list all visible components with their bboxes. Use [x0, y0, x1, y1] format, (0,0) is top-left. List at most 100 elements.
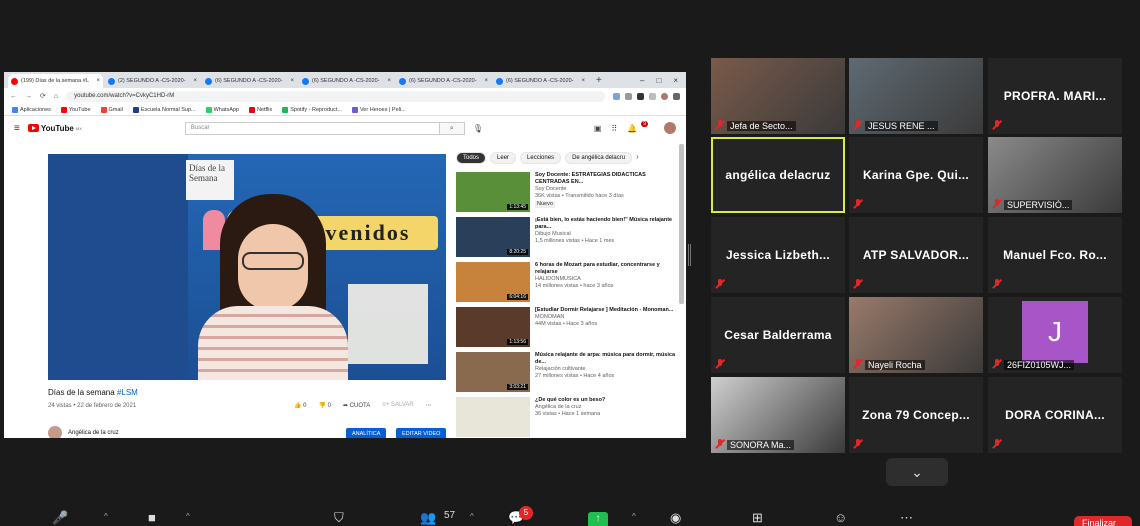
search-input[interactable]: Buscar — [184, 121, 440, 135]
participant-tile[interactable]: ATP SALVADOR... — [849, 217, 983, 293]
video-hashtag[interactable]: #LSM — [117, 388, 138, 397]
tab-close-icon[interactable]: × — [387, 78, 391, 84]
channel-avatar[interactable] — [48, 426, 62, 438]
profile-avatar[interactable] — [661, 92, 668, 100]
video-camera-icon[interactable]: ■ — [148, 510, 156, 525]
create-video-icon[interactable]: ▣ — [594, 124, 602, 133]
video-thumbnail[interactable]: 8:20:25 — [456, 217, 530, 257]
video-options-caret-icon[interactable]: ^ — [186, 512, 190, 521]
extension-icon[interactable] — [637, 92, 644, 100]
analytics-button[interactable]: ANALÍTICA — [346, 428, 387, 438]
forward-icon[interactable]: → — [25, 93, 32, 100]
video-player[interactable]: Días de la Semana venidos — [48, 154, 446, 380]
end-meeting-button[interactable]: Finalizar — [1074, 516, 1132, 526]
mute-microphone-icon[interactable]: 🎤 — [52, 510, 68, 526]
participant-tile[interactable]: Cesar Balderrama — [711, 297, 845, 373]
recommended-video[interactable]: ¿De qué color es un beso? Angélica de la … — [456, 397, 678, 438]
bookmark-item[interactable]: YouTube — [60, 106, 91, 113]
page-scrollbar[interactable] — [679, 144, 684, 304]
reactions-icon[interactable]: ☺ — [834, 510, 847, 525]
filter-chip[interactable]: De angélica delacru — [565, 152, 633, 164]
bookmark-item[interactable]: Escuela Normal Sup... — [132, 106, 196, 113]
recommended-video[interactable]: 1:13:45 Soy Docente: ESTRATEGIAS DIDÁCTIC… — [456, 172, 678, 217]
video-thumbnail[interactable]: 3:03:21 — [456, 352, 530, 392]
share-button[interactable]: ➦ CUOTA — [343, 402, 370, 409]
participant-tile[interactable]: Jefa de Secto... — [711, 58, 845, 134]
browser-tab[interactable]: (2) SEGUNDO A -CS-2020- × — [105, 74, 200, 88]
participant-tile[interactable]: Jessica Lizbeth... — [711, 217, 845, 293]
video-thumbnail[interactable] — [456, 397, 530, 437]
youtube-logo[interactable]: YouTube MX — [27, 124, 82, 133]
participant-tile[interactable]: Zona 79 Concep... — [849, 377, 983, 453]
record-icon[interactable]: ◉ — [670, 510, 681, 526]
tab-close-icon[interactable]: × — [581, 78, 585, 84]
participant-tile[interactable]: JESUS RENE ... — [849, 58, 983, 134]
notifications-bell-icon[interactable]: 🔔 — [627, 124, 637, 133]
apps-grid-icon[interactable]: ⠿ — [611, 124, 617, 133]
bookmark-item[interactable]: Spotify - Reproduct... — [282, 106, 342, 113]
share-options-caret-icon[interactable]: ^ — [632, 512, 636, 521]
minimize-icon[interactable]: – — [640, 76, 644, 85]
video-thumbnail[interactable]: 1:13:56 — [456, 307, 530, 347]
search-button[interactable]: ⌕ — [438, 121, 465, 135]
more-icon[interactable]: ⋯ — [900, 510, 913, 526]
recommended-video[interactable]: 6:04:16 6 horas de Mozart para estudiar, … — [456, 262, 678, 307]
channel-name[interactable]: Angélica de la cruz — [68, 430, 119, 436]
home-icon[interactable]: ⌂ — [54, 93, 58, 100]
participant-tile[interactable]: Karina Gpe. Qui... — [849, 137, 983, 213]
tab-close-icon[interactable]: × — [193, 78, 197, 84]
tab-close-icon[interactable]: × — [484, 78, 488, 84]
security-shield-icon[interactable]: ⛉ — [334, 510, 344, 526]
bookmark-item[interactable]: Gmail — [100, 106, 123, 113]
bookmark-item[interactable]: Ver Heroes | Peli... — [351, 106, 406, 113]
browser-tab[interactable]: (6) SEGUNDO A -CS-2020- × — [299, 74, 394, 88]
more-options-icon[interactable]: ⋯ — [426, 402, 432, 409]
extension-icon[interactable] — [649, 92, 656, 100]
participant-tile[interactable]: SUPERVISIÓ... — [988, 137, 1122, 213]
save-button[interactable]: ≡+ SALVAR — [382, 402, 413, 409]
tab-close-icon[interactable]: × — [96, 78, 100, 84]
chips-next-icon[interactable]: › — [636, 152, 639, 164]
recommended-video[interactable]: 8:20:25 ¡Está bien, lo estás haciendo bie… — [456, 217, 678, 262]
dislike-button[interactable]: 👎 0 — [319, 402, 332, 409]
edit-video-button[interactable]: EDITAR VIDEO — [396, 428, 447, 438]
filter-chip[interactable]: Todos — [456, 152, 487, 164]
participant-tile[interactable]: Manuel Fco. Ro... — [988, 217, 1122, 293]
back-icon[interactable]: ← — [10, 93, 17, 100]
microphone-icon[interactable]: 🎙 — [473, 124, 483, 133]
participants-icon[interactable]: 👥 — [420, 510, 436, 526]
video-thumbnail[interactable]: 6:04:16 — [456, 262, 530, 302]
bookmark-item[interactable]: Netflix — [248, 106, 272, 113]
breakout-rooms-icon[interactable]: ⊞ — [752, 510, 763, 526]
hamburger-icon[interactable]: ≡ — [14, 123, 20, 134]
video-thumbnail[interactable]: 1:13:45 — [456, 172, 530, 212]
split-view-handle[interactable] — [688, 244, 691, 266]
participant-tile[interactable]: J 26FIZ0105WJ... — [988, 297, 1122, 373]
extension-icon[interactable] — [613, 92, 620, 100]
participants-caret-icon[interactable]: ^ — [470, 512, 474, 521]
participant-tile[interactable]: SONORA Ma... — [711, 377, 845, 453]
menu-icon[interactable] — [673, 92, 680, 100]
participant-tile[interactable]: PROFRA. MARI... — [988, 58, 1122, 134]
browser-tab[interactable]: (6) SEGUNDO A -CS-2020- × — [202, 74, 297, 88]
tab-close-icon[interactable]: × — [290, 78, 294, 84]
browser-tab[interactable]: (6) SEGUNDO A -CS-2020- × — [396, 74, 491, 88]
share-screen-button[interactable]: ↑ — [588, 512, 608, 526]
filter-chip[interactable]: Leer — [490, 152, 517, 164]
recommended-video[interactable]: 1:13:56 [Estudiar Dormir Relajarse ] Medi… — [456, 307, 678, 352]
filter-chip[interactable]: Lecciones — [520, 152, 562, 164]
participant-tile[interactable]: Nayeli Rocha — [849, 297, 983, 373]
browser-tab[interactable]: (6) SEGUNDO A -CS-2020- × — [493, 74, 588, 88]
maximize-icon[interactable]: □ — [656, 76, 661, 85]
new-tab-button[interactable]: + — [590, 75, 608, 88]
url-input[interactable]: youtube.com/watch?v=CvkyC1HD-rM — [66, 90, 605, 102]
recommended-video[interactable]: 3:03:21 Música relajante de arpa: música … — [456, 352, 678, 397]
account-avatar[interactable] — [664, 122, 676, 134]
bookmark-star-icon[interactable] — [625, 92, 632, 100]
like-button[interactable]: 👍 0 — [294, 402, 307, 409]
browser-tab[interactable]: (199) Días de la semana #L × — [8, 74, 103, 88]
bookmark-item[interactable]: Aplicaciones — [12, 106, 51, 113]
audio-options-caret-icon[interactable]: ^ — [104, 512, 108, 521]
reload-icon[interactable]: ⟳ — [40, 92, 46, 100]
participant-tile[interactable]: angélica delacruz — [711, 137, 845, 213]
